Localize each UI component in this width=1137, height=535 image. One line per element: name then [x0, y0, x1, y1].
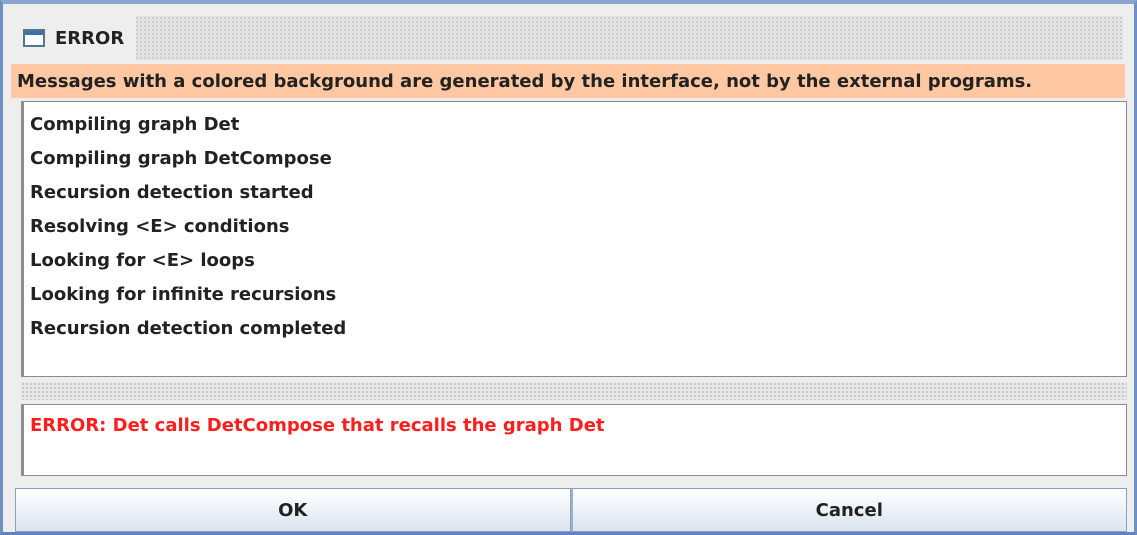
log-output-area[interactable]: Compiling graph Det Compiling graph DetC…	[21, 101, 1127, 377]
info-banner: Messages with a colored background are g…	[11, 64, 1125, 98]
log-line: Compiling graph DetCompose	[30, 148, 332, 169]
log-line: Recursion detection completed	[30, 318, 347, 339]
log-line: Looking for <E> loops	[30, 250, 255, 271]
log-line: Resolving <E> conditions	[30, 216, 290, 237]
error-output-area[interactable]: ERROR: Det calls DetCompose that recalls…	[21, 404, 1127, 476]
title-chip: ERROR	[11, 16, 137, 60]
title-bar[interactable]: ERROR	[11, 16, 1123, 60]
error-message: ERROR: Det calls DetCompose that recalls…	[30, 415, 605, 436]
error-dialog: ERROR Messages with a colored background…	[0, 0, 1137, 535]
cancel-button[interactable]: Cancel	[570, 488, 1127, 532]
log-line: Looking for infinite recursions	[30, 284, 337, 305]
button-bar: OK Cancel	[15, 488, 1127, 532]
log-list: Compiling graph Det Compiling graph DetC…	[22, 102, 1126, 346]
ok-button[interactable]: OK	[15, 488, 571, 532]
split-pane-divider[interactable]	[21, 382, 1127, 400]
window-icon	[23, 29, 45, 47]
log-line: Compiling graph Det	[30, 114, 240, 135]
log-line: Recursion detection started	[30, 182, 314, 203]
window-title: ERROR	[55, 27, 125, 49]
